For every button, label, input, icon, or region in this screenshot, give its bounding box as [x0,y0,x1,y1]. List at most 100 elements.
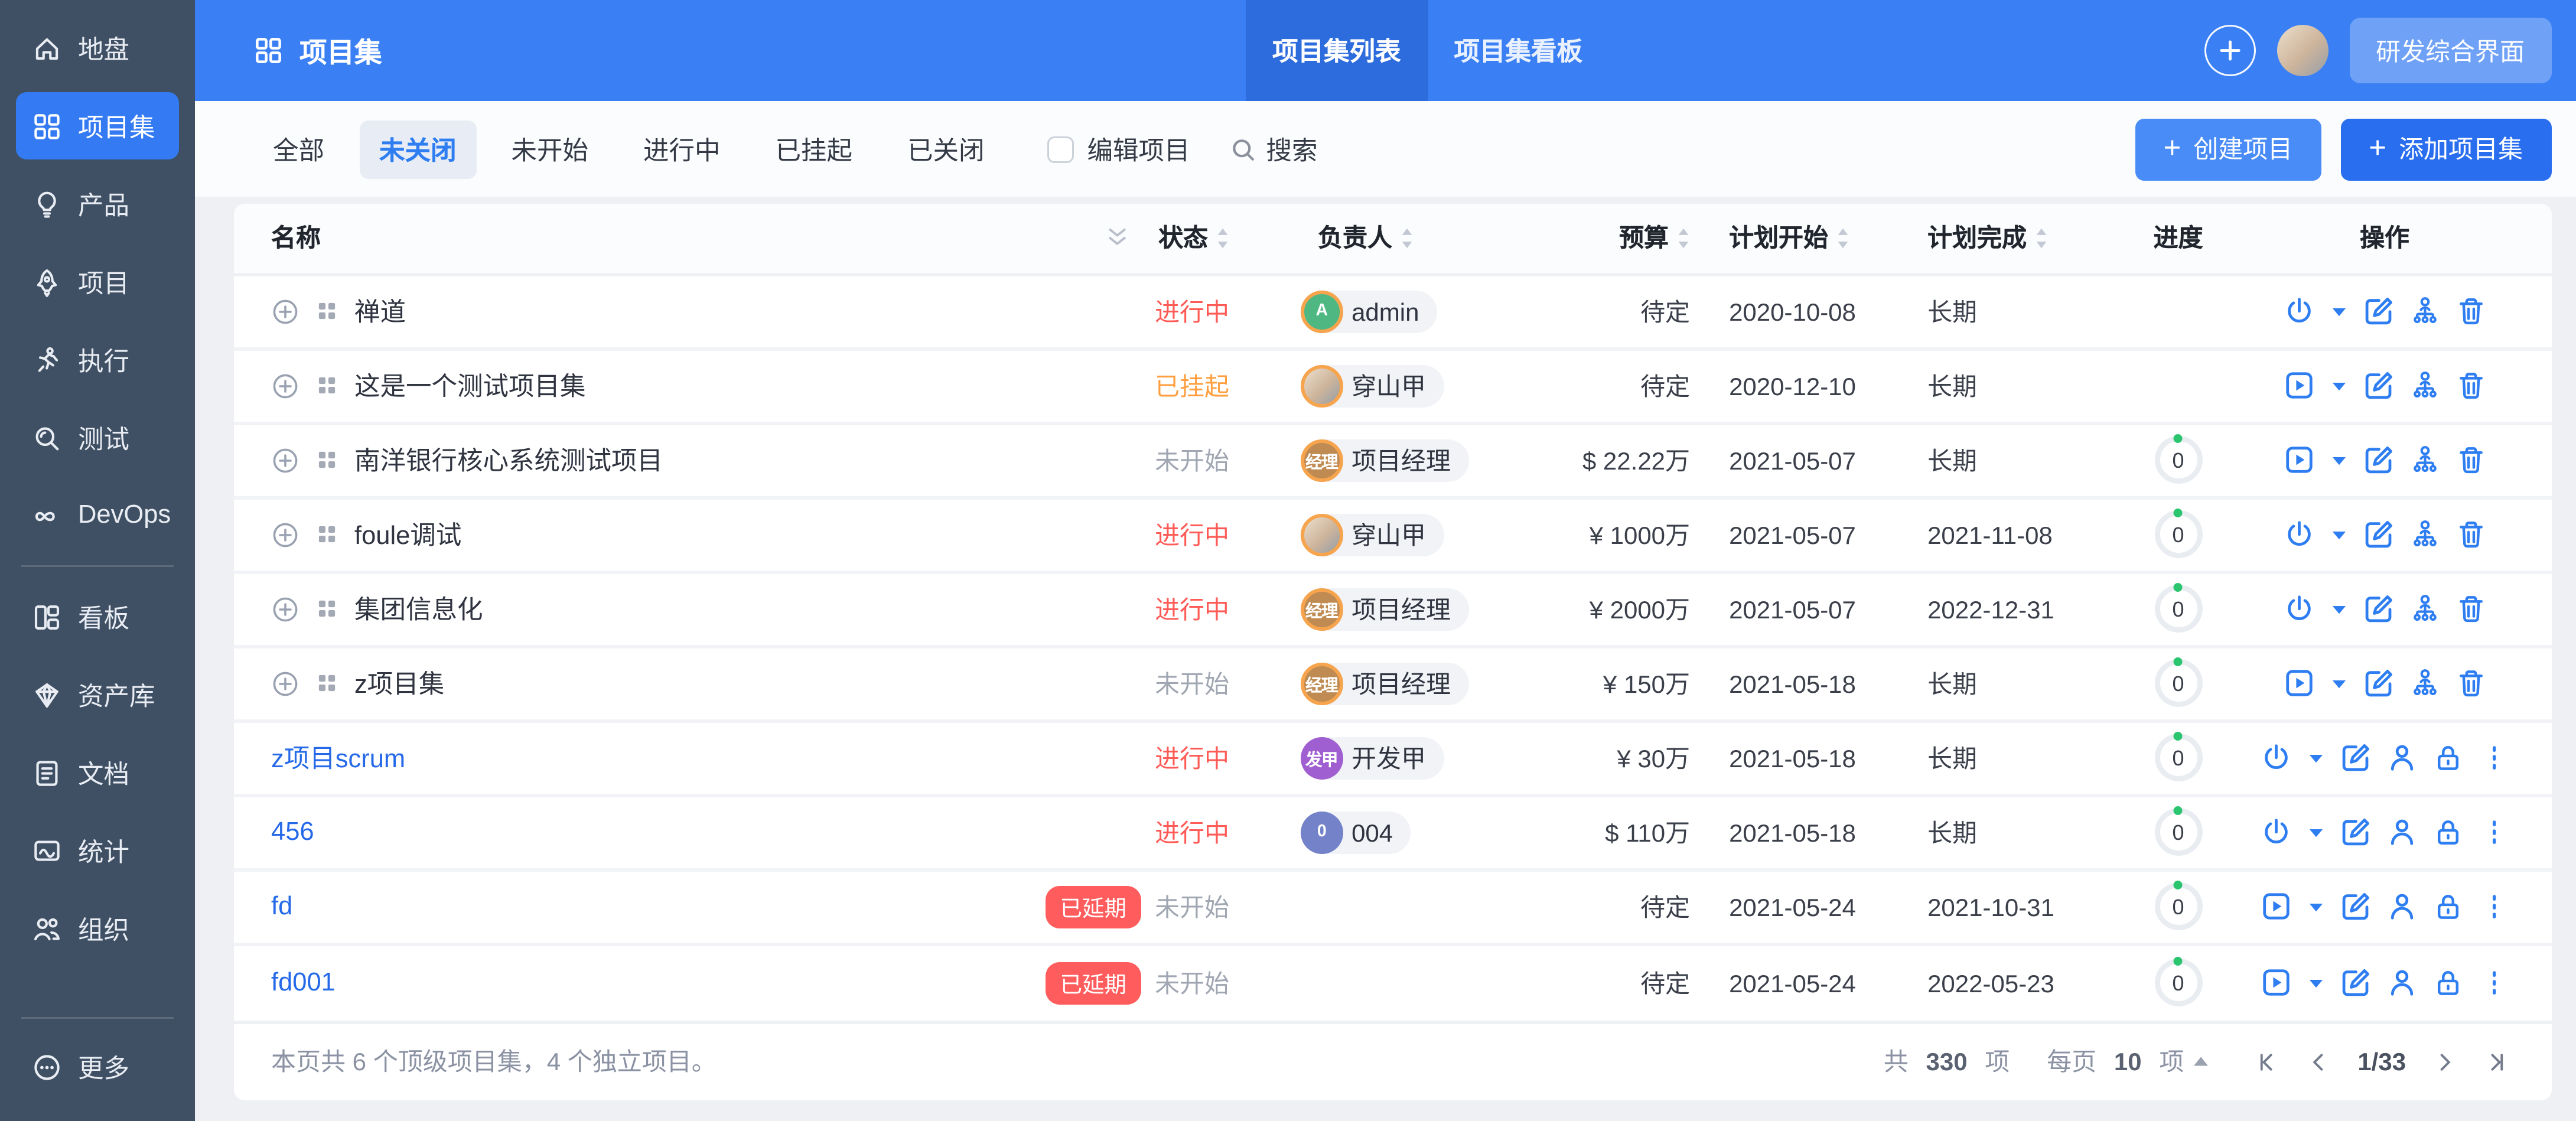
action-org-tree-button[interactable] [2409,594,2440,624]
action-user-button[interactable] [2386,743,2417,773]
first-page-button[interactable] [2248,1042,2287,1081]
action-org-tree-button[interactable] [2409,520,2440,550]
action-play-button[interactable] [2284,669,2314,699]
action-edit-button[interactable] [2340,892,2370,922]
action-lock-button[interactable] [2432,817,2463,848]
edit-project-checkbox[interactable] [1047,136,1073,162]
action-lock-button[interactable] [2432,743,2463,773]
action-kebab-button[interactable] [2479,817,2509,848]
action-caret-down-button[interactable] [2330,451,2347,469]
action-edit-button[interactable] [2363,594,2393,624]
program-name-link[interactable]: foule调试 [354,516,461,553]
action-edit-button[interactable] [2340,743,2370,773]
add-program-button[interactable]: +添加项目集 [2340,118,2551,180]
action-org-tree-button[interactable] [2409,371,2440,401]
action-edit-button[interactable] [2340,817,2370,848]
sidebar-item-devops[interactable]: DevOps [16,482,179,549]
filter-tab-4[interactable]: 已挂起 [756,120,872,178]
sidebar-item-project[interactable]: 项目 [16,248,179,315]
create-project-button[interactable]: +创建项目 [2135,118,2321,180]
sidebar-item-org[interactable]: 组织 [16,895,179,962]
action-edit-button[interactable] [2363,296,2393,327]
sidebar-item-stats[interactable]: 统计 [16,817,179,884]
action-org-tree-button[interactable] [2409,669,2440,699]
action-edit-button[interactable] [2363,669,2393,699]
project-name-link[interactable]: z项目scrum [271,739,405,777]
action-caret-down-button[interactable] [2307,974,2324,992]
action-trash-button[interactable] [2455,371,2486,401]
action-kebab-button[interactable] [2479,743,2509,773]
action-user-button[interactable] [2386,817,2417,848]
expand-toggle[interactable] [271,297,299,325]
edit-project-toggle[interactable]: 编辑项目 [1047,131,1190,168]
action-trash-button[interactable] [2455,669,2486,699]
action-caret-down-button[interactable] [2330,526,2347,543]
column-header-owner[interactable]: 负责人 [1229,220,1530,256]
header-tab-0[interactable]: 项目集列表 [1246,0,1428,101]
filter-tab-3[interactable]: 进行中 [624,120,740,178]
action-org-tree-button[interactable] [2409,296,2440,327]
project-name-link[interactable]: fd001 [271,969,336,997]
global-create-button[interactable] [2204,25,2255,76]
sidebar-item-home[interactable]: 地盘 [16,14,179,82]
action-edit-button[interactable] [2363,371,2393,401]
action-power-button[interactable] [2284,296,2314,327]
action-lock-button[interactable] [2432,968,2463,998]
prev-page-button[interactable] [2299,1042,2338,1081]
user-avatar[interactable] [2277,25,2328,76]
workspace-switch-button[interactable]: 研发综合界面 [2349,18,2551,83]
filter-tab-5[interactable]: 已关闭 [888,120,1004,178]
action-play-button[interactable] [2284,445,2314,475]
sidebar-item-product[interactable]: 产品 [16,170,179,237]
program-name-link[interactable]: 这是一个测试项目集 [354,367,586,405]
action-caret-down-button[interactable] [2330,674,2347,692]
action-kebab-button[interactable] [2479,892,2509,922]
action-trash-button[interactable] [2455,296,2486,327]
sidebar-item-doc[interactable]: 文档 [16,739,179,806]
project-name-link[interactable]: fd [271,892,292,921]
action-caret-down-button[interactable] [2307,898,2324,915]
action-edit-button[interactable] [2340,968,2370,998]
column-header-begin[interactable]: 计划开始 [1708,220,1917,256]
program-name-link[interactable]: 南洋银行核心系统测试项目 [354,442,663,479]
sidebar-item-assets[interactable]: 资产库 [16,661,179,728]
filter-tab-2[interactable]: 未开始 [492,120,608,178]
program-name-link[interactable]: 集团信息化 [354,591,483,628]
action-org-tree-button[interactable] [2409,445,2440,475]
sidebar-item-kanban[interactable]: 看板 [16,583,179,650]
action-trash-button[interactable] [2455,594,2486,624]
sidebar-item-more[interactable]: 更多 [16,1034,179,1102]
expand-toggle[interactable] [271,372,299,400]
program-name-link[interactable]: z项目集 [354,665,444,702]
action-user-button[interactable] [2386,968,2417,998]
action-trash-button[interactable] [2455,520,2486,550]
action-user-button[interactable] [2386,892,2417,922]
action-edit-button[interactable] [2363,520,2393,550]
sidebar-item-execution[interactable]: 执行 [16,326,179,393]
action-caret-down-button[interactable] [2307,749,2324,767]
action-power-button[interactable] [2284,594,2314,624]
project-name-link[interactable]: 456 [271,818,314,846]
action-power-button[interactable] [2261,743,2291,773]
collapse-all-icon[interactable] [1106,227,1129,250]
sidebar-item-qa[interactable]: 测试 [16,404,179,471]
filter-tab-0[interactable]: 全部 [253,120,344,178]
action-lock-button[interactable] [2432,892,2463,922]
filter-tab-1[interactable]: 未关闭 [360,120,476,178]
action-caret-down-button[interactable] [2307,823,2324,841]
last-page-button[interactable] [2477,1042,2516,1081]
expand-toggle[interactable] [271,669,299,698]
action-play-button[interactable] [2261,892,2291,922]
action-caret-down-button[interactable] [2330,600,2347,618]
column-header-budget[interactable]: 预算 [1530,220,1708,256]
action-edit-button[interactable] [2363,445,2393,475]
sidebar-item-program[interactable]: 项目集 [16,92,179,159]
action-power-button[interactable] [2284,520,2314,550]
action-trash-button[interactable] [2455,445,2486,475]
action-play-button[interactable] [2284,371,2314,401]
search-toggle[interactable]: 搜索 [1229,131,1318,168]
header-tab-1[interactable]: 项目集看板 [1428,0,1610,101]
expand-toggle[interactable] [271,446,299,474]
per-page-select[interactable]: 每页 10 项 [2047,1044,2210,1080]
action-caret-down-button[interactable] [2330,302,2347,320]
